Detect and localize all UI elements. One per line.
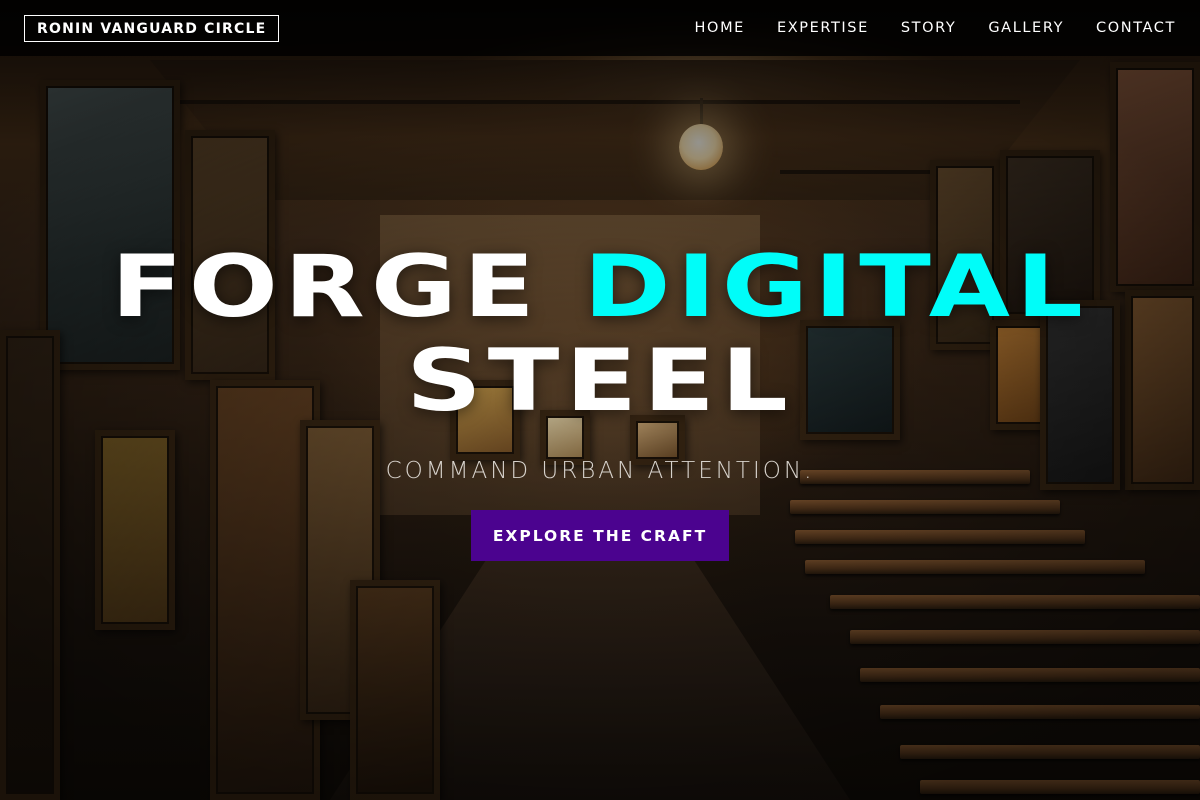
nav-link-expertise[interactable]: EXPERTISE (777, 20, 869, 36)
headline-word-forge: FORGE (110, 237, 541, 337)
top-navbar: RONIN VANGUARD CIRCLE HOME EXPERTISE STO… (0, 0, 1200, 56)
nav-item: EXPERTISE (777, 19, 869, 37)
nav-link-gallery[interactable]: GALLERY (988, 20, 1064, 36)
nav-link-home[interactable]: HOME (695, 20, 745, 36)
nav-links: HOME EXPERTISE STORY GALLERY CONTACT (695, 19, 1176, 37)
nav-link-contact[interactable]: CONTACT (1096, 20, 1176, 36)
nav-link-story[interactable]: STORY (901, 20, 956, 36)
nav-item: GALLERY (988, 19, 1064, 37)
nav-item: STORY (901, 19, 956, 37)
hero-content: FORGE DIGITAL STEEL COMMAND URBAN ATTENT… (0, 240, 1200, 561)
headline-word-digital: DIGITAL (583, 237, 1090, 337)
nav-item: HOME (695, 19, 745, 37)
explore-craft-button[interactable]: EXPLORE THE CRAFT (471, 510, 729, 561)
nav-item: CONTACT (1096, 19, 1176, 37)
hero-headline: FORGE DIGITAL STEEL (0, 240, 1200, 428)
brand-logo[interactable]: RONIN VANGUARD CIRCLE (24, 14, 280, 42)
hero-tagline: COMMAND URBAN ATTENTION. (385, 458, 815, 484)
headline-word-steel: STEEL (406, 331, 794, 431)
